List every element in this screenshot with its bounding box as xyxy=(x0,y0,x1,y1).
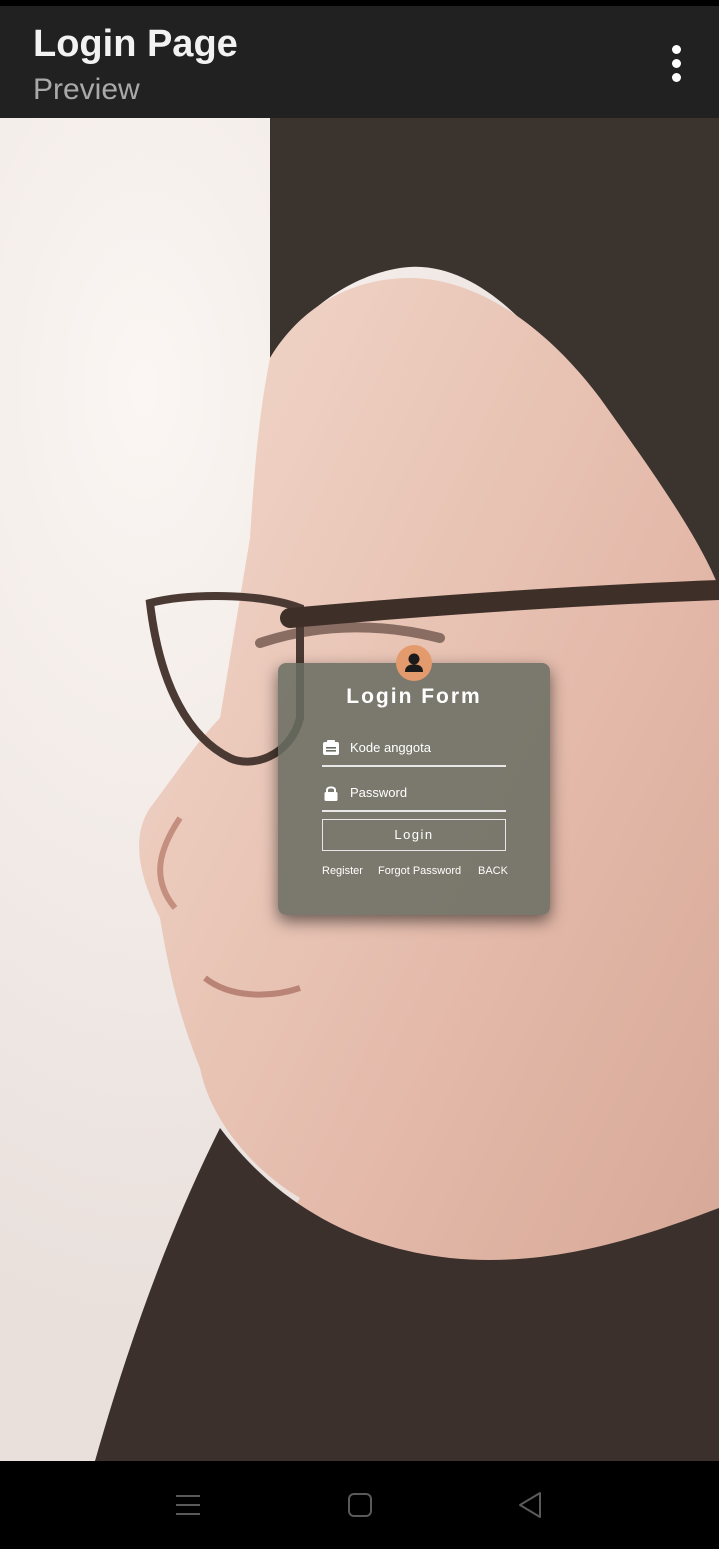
page-title: Login Page xyxy=(33,23,238,65)
member-code-placeholder: Kode anggota xyxy=(350,740,431,755)
home-icon[interactable] xyxy=(342,1489,378,1521)
person-icon xyxy=(396,645,432,681)
back-link[interactable]: BACK xyxy=(478,865,508,877)
system-nav-bar xyxy=(0,1461,719,1549)
id-card-icon xyxy=(323,740,339,755)
login-form-card: Login Form Kode anggota Password Login R… xyxy=(278,663,550,915)
page-subtitle: Preview xyxy=(33,73,140,106)
register-link[interactable]: Register xyxy=(322,865,363,877)
forgot-password-link[interactable]: Forgot Password xyxy=(378,865,461,877)
back-icon[interactable] xyxy=(512,1489,548,1521)
login-button[interactable]: Login xyxy=(322,819,506,851)
recent-apps-icon[interactable] xyxy=(170,1489,206,1521)
password-placeholder: Password xyxy=(350,785,408,800)
member-code-field[interactable]: Kode anggota xyxy=(322,735,506,767)
password-field[interactable]: Password xyxy=(322,780,506,812)
lock-icon xyxy=(324,786,338,801)
login-form-title: Login Form xyxy=(346,685,482,708)
app-bar: Login Page Preview xyxy=(0,6,719,118)
more-vert-icon[interactable] xyxy=(660,42,694,86)
